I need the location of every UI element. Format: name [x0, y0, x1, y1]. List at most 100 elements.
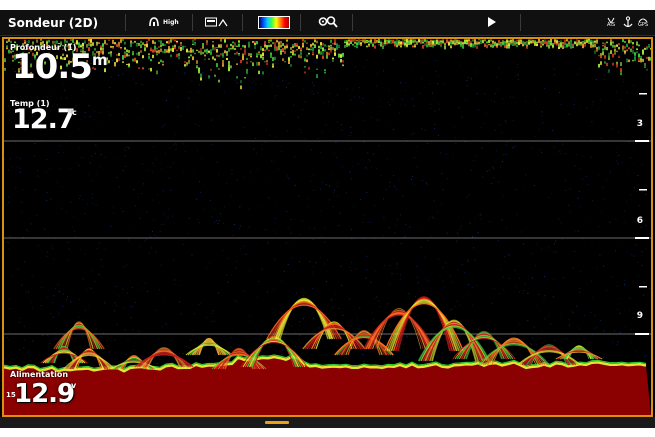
noise-speck	[614, 330, 615, 332]
noise-speck	[110, 226, 112, 228]
surface-clutter	[396, 44, 398, 48]
anchor-status[interactable]	[623, 10, 633, 35]
noise-speck	[579, 206, 581, 207]
noise-speck	[233, 224, 235, 226]
surface-clutter	[616, 50, 618, 53]
noise-speck	[21, 211, 23, 213]
noise-speck	[87, 203, 88, 205]
surface-clutter	[540, 42, 542, 46]
surface-clutter	[590, 39, 592, 42]
sensitivity-button[interactable]: High	[148, 10, 179, 35]
noise-speck	[579, 68, 581, 70]
surface-clutter	[266, 47, 268, 51]
surface-clutter	[316, 54, 318, 59]
noise-speck	[198, 221, 200, 223]
surface-clutter	[634, 59, 636, 61]
noise-speck	[87, 286, 89, 288]
noise-speck	[577, 73, 579, 75]
surface-clutter	[196, 65, 198, 69]
surface-clutter	[78, 42, 80, 46]
surface-clutter	[328, 52, 330, 56]
noise-speck	[412, 98, 413, 100]
surface-clutter	[342, 60, 344, 63]
surface-clutter	[366, 41, 368, 43]
surface-clutter	[212, 44, 214, 48]
noise-speck	[552, 296, 554, 298]
noise-speck	[414, 157, 416, 158]
surface-clutter	[116, 43, 118, 46]
surface-clutter	[568, 40, 570, 43]
noise-speck	[261, 148, 263, 150]
noise-speck	[255, 83, 257, 85]
noise-speck	[548, 315, 550, 317]
noise-speck	[442, 280, 444, 282]
noise-speck	[406, 335, 408, 337]
noise-speck	[458, 235, 460, 237]
ais-status[interactable]: AIS	[606, 10, 616, 35]
noise-speck	[294, 156, 296, 158]
surface-clutter	[148, 55, 150, 60]
surface-clutter	[492, 40, 494, 42]
noise-speck	[288, 82, 290, 84]
noise-speck	[336, 94, 338, 96]
noise-speck	[500, 166, 501, 168]
surface-clutter	[208, 50, 210, 54]
noise-speck	[579, 287, 581, 289]
noise-speck	[137, 288, 139, 290]
noise-speck	[606, 179, 608, 181]
surface-clutter	[264, 60, 266, 63]
surface-clutter	[280, 44, 282, 48]
surface-clutter	[308, 48, 310, 51]
noise-speck	[243, 177, 245, 179]
noise-speck	[274, 217, 276, 219]
noise-speck	[250, 87, 251, 89]
color-palette-button[interactable]	[258, 10, 290, 35]
surface-clutter	[356, 42, 358, 46]
noise-speck	[95, 144, 97, 146]
noise-speck	[626, 92, 628, 94]
noise-speck	[376, 73, 378, 75]
surface-clutter	[368, 40, 370, 42]
zoom-settings-button[interactable]	[318, 10, 338, 35]
surface-clutter	[476, 43, 478, 46]
noise-speck	[477, 328, 479, 330]
noise-speck	[4, 158, 6, 160]
bottom-bar	[0, 417, 655, 428]
noise-speck	[396, 273, 398, 275]
noise-speck	[477, 214, 479, 216]
surface-clutter	[360, 42, 362, 45]
gps-status[interactable]: GPS	[638, 10, 648, 35]
surface-clutter	[206, 48, 208, 53]
surface-clutter	[4, 59, 6, 63]
chart-mode-button[interactable]	[205, 10, 229, 35]
noise-speck	[229, 256, 231, 258]
noise-speck	[138, 119, 140, 121]
noise-speck	[458, 107, 460, 109]
surface-clutter	[112, 39, 114, 44]
panel-drag-handle[interactable]	[265, 421, 289, 424]
noise-speck	[407, 336, 408, 338]
noise-speck	[170, 189, 172, 191]
noise-speck	[122, 288, 124, 290]
sonar-view[interactable]: Profondeur (1) 10.5 m Temp (1) 12.7 °c A…	[2, 37, 653, 417]
noise-speck	[370, 281, 372, 283]
noise-speck	[252, 82, 253, 84]
noise-speck	[477, 232, 479, 234]
surface-clutter	[570, 43, 572, 48]
noise-speck	[349, 134, 351, 136]
surface-clutter	[600, 61, 602, 65]
surface-clutter	[526, 44, 528, 47]
surface-clutter	[610, 50, 612, 54]
noise-speck	[522, 292, 524, 294]
play-button[interactable]	[487, 10, 497, 35]
noise-speck	[350, 228, 352, 230]
surface-clutter	[546, 42, 548, 45]
noise-speck	[175, 71, 177, 73]
surface-clutter	[152, 40, 154, 44]
noise-speck	[370, 116, 372, 118]
noise-speck	[409, 226, 411, 228]
noise-speck	[142, 108, 144, 110]
surface-clutter	[156, 47, 158, 50]
noise-speck	[95, 328, 97, 330]
noise-speck	[516, 213, 518, 215]
